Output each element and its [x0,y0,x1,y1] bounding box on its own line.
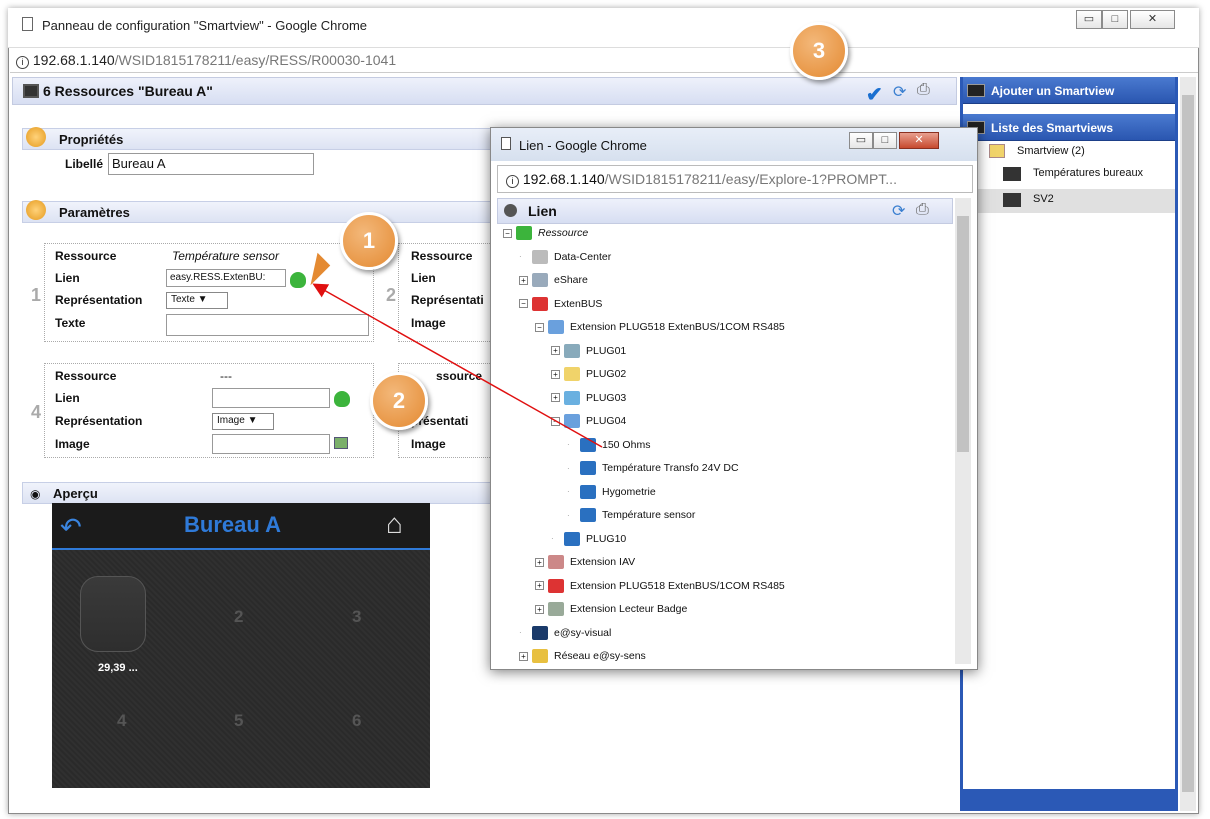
callout-badge: 2 [370,372,428,430]
callout-badge: 1 [340,212,398,270]
callout-badge: 3 [790,22,848,80]
arrow-line [312,283,603,448]
link-arrow [312,283,603,448]
